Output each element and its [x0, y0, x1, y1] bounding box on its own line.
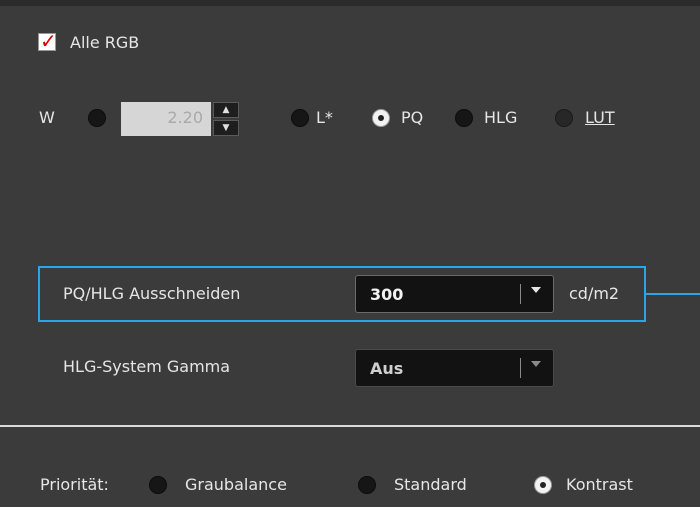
lut-link[interactable]: LUT [585, 108, 615, 128]
gamma-increase-button[interactable]: ▲ [213, 102, 239, 118]
hlg-system-gamma-value: Aus [370, 359, 404, 378]
highlight-connector-line [646, 293, 700, 295]
gamma-spinner: ▲ ▼ [213, 102, 239, 136]
triangle-up-icon: ▲ [222, 105, 230, 115]
pq-hlg-clip-label: PQ/HLG Ausschneiden [63, 284, 241, 303]
section-divider [0, 425, 700, 427]
pq-hlg-clip-dropdown[interactable]: 300 [355, 275, 554, 313]
radio-lstar[interactable] [291, 109, 309, 127]
all-rgb-label: Alle RGB [70, 33, 140, 52]
chevron-down-icon [531, 287, 541, 293]
pq-hlg-clip-unit: cd/m2 [569, 284, 620, 303]
pq-hlg-clip-value: 300 [370, 285, 404, 304]
chevron-down-icon [531, 361, 541, 367]
radio-graubalance[interactable] [149, 476, 167, 494]
radio-gamma-w[interactable] [88, 109, 106, 127]
gamma-decrease-button[interactable]: ▼ [213, 120, 239, 136]
pq-label: PQ [401, 108, 424, 127]
graubalance-label: Graubalance [185, 475, 287, 494]
checkmark-icon: ✓ [40, 29, 57, 53]
w-label: W [39, 108, 55, 127]
radio-lut[interactable] [555, 109, 573, 127]
hlg-system-gamma-dropdown[interactable]: Aus [355, 349, 554, 387]
lstar-label: L* [316, 108, 333, 127]
all-rgb-checkbox[interactable]: ✓ [38, 29, 57, 53]
dropdown-separator [520, 284, 521, 304]
hlg-system-gamma-label: HLG-System Gamma [63, 357, 231, 376]
gamma-value-input[interactable]: 2.20 [121, 102, 211, 136]
triangle-down-icon: ▼ [222, 123, 230, 133]
kontrast-label: Kontrast [566, 475, 633, 494]
priority-label: Priorität: [40, 475, 109, 494]
radio-kontrast[interactable] [534, 476, 552, 494]
hlg-label: HLG [484, 108, 518, 127]
dropdown-separator [520, 358, 521, 378]
radio-pq[interactable] [372, 109, 390, 127]
radio-standard[interactable] [358, 476, 376, 494]
top-edge [0, 0, 700, 6]
radio-hlg[interactable] [455, 109, 473, 127]
standard-label: Standard [394, 475, 467, 494]
